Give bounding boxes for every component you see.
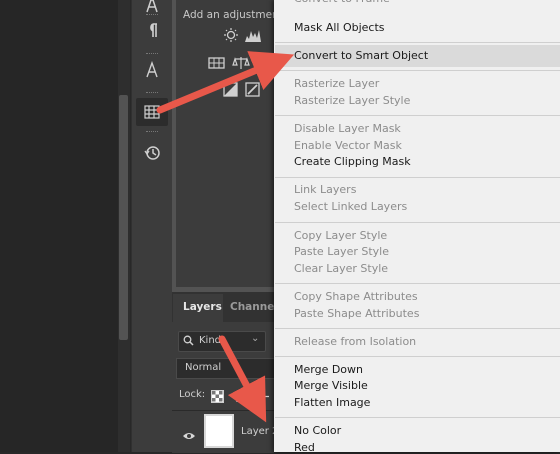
adjustments-panel: [176, 0, 274, 287]
eye-icon[interactable]: [182, 426, 196, 439]
menu-separator: [275, 417, 560, 418]
menu-item-convert-to-smart-object[interactable]: Convert to Smart Object: [294, 49, 428, 62]
menu-item-rasterize-layer: Rasterize Layer: [294, 77, 380, 90]
menu-separator: [275, 283, 560, 284]
menu-item-enable-vector-mask: Enable Vector Mask: [294, 139, 402, 152]
panel-grip: [146, 92, 158, 95]
menu-item-flatten-image[interactable]: Flatten Image: [294, 396, 370, 409]
menu-separator: [275, 356, 560, 357]
menu-item-disable-layer-mask: Disable Layer Mask: [294, 122, 401, 135]
lock-image-pixels-icon[interactable]: [234, 388, 247, 402]
color-balance-icon[interactable]: [232, 55, 250, 71]
menu-item-create-clipping-mask[interactable]: Create Clipping Mask: [294, 155, 411, 168]
levels-icon[interactable]: [244, 27, 262, 43]
layer-filter-kind[interactable]: Kind ⌄: [178, 331, 266, 352]
menu-item-mask-all-objects[interactable]: Mask All Objects: [294, 21, 385, 34]
glyphs-icon[interactable]: [136, 56, 168, 84]
lock-transparent-pixels-icon[interactable]: [211, 388, 224, 403]
menu-item-release-from-isolation: Release from Isolation: [294, 335, 417, 348]
lock-label: Lock:: [179, 389, 206, 400]
menu-item-paste-layer-style: Paste Layer Style: [294, 245, 389, 258]
invert-icon[interactable]: [222, 81, 240, 97]
menu-separator: [275, 42, 560, 43]
hue-saturation-icon[interactable]: [208, 55, 226, 71]
menu-item-rasterize-layer-style: Rasterize Layer Style: [294, 94, 411, 107]
menu-separator: [275, 115, 560, 116]
menu-separator: [275, 328, 560, 329]
menu-item-merge-down[interactable]: Merge Down: [294, 363, 363, 376]
lock-position-icon[interactable]: [257, 388, 270, 402]
menu-item-paste-shape-attributes: Paste Shape Attributes: [294, 307, 420, 320]
adjustments-icon[interactable]: [136, 98, 168, 126]
menu-item-red[interactable]: Red: [294, 441, 315, 454]
menu-item-link-layers: Link Layers: [294, 183, 357, 196]
menu-separator: [275, 222, 560, 223]
gradient-map-icon[interactable]: [244, 81, 262, 97]
tab-layers[interactable]: Layers: [183, 301, 222, 313]
blend-mode-select[interactable]: Normal: [176, 358, 276, 379]
layer-name: Layer 2: [241, 426, 279, 437]
photo-filter-icon[interactable]: [254, 55, 272, 71]
menu-item-copy-shape-attributes: Copy Shape Attributes: [294, 290, 418, 303]
menu-item-convert-to-frame: Convert to Frame: [294, 0, 390, 5]
brightness-icon[interactable]: [222, 27, 240, 43]
search-icon: [183, 335, 194, 349]
chevron-down-icon: ⌄: [251, 333, 260, 344]
paragraph-icon[interactable]: [136, 16, 168, 44]
panel-grip: [146, 131, 158, 134]
menu-separator: [275, 177, 560, 178]
scrollbar-thumb[interactable]: [119, 95, 128, 340]
layer-thumbnail: [204, 414, 234, 448]
menu-item-copy-layer-style: Copy Layer Style: [294, 229, 388, 242]
adjustments-title: Add an adjustment: [183, 9, 283, 21]
blend-mode-label: Normal: [185, 362, 222, 373]
menu-separator: [275, 70, 560, 71]
history-icon[interactable]: [136, 139, 168, 167]
canvas-area: [0, 0, 118, 452]
menu-item-no-color[interactable]: No Color: [294, 424, 341, 437]
menu-item-select-linked-layers: Select Linked Layers: [294, 200, 408, 213]
filter-kind-label: Kind: [199, 335, 222, 346]
menu-item-clear-layer-style: Clear Layer Style: [294, 262, 389, 275]
menu-item-merge-visible[interactable]: Merge Visible: [294, 379, 368, 392]
